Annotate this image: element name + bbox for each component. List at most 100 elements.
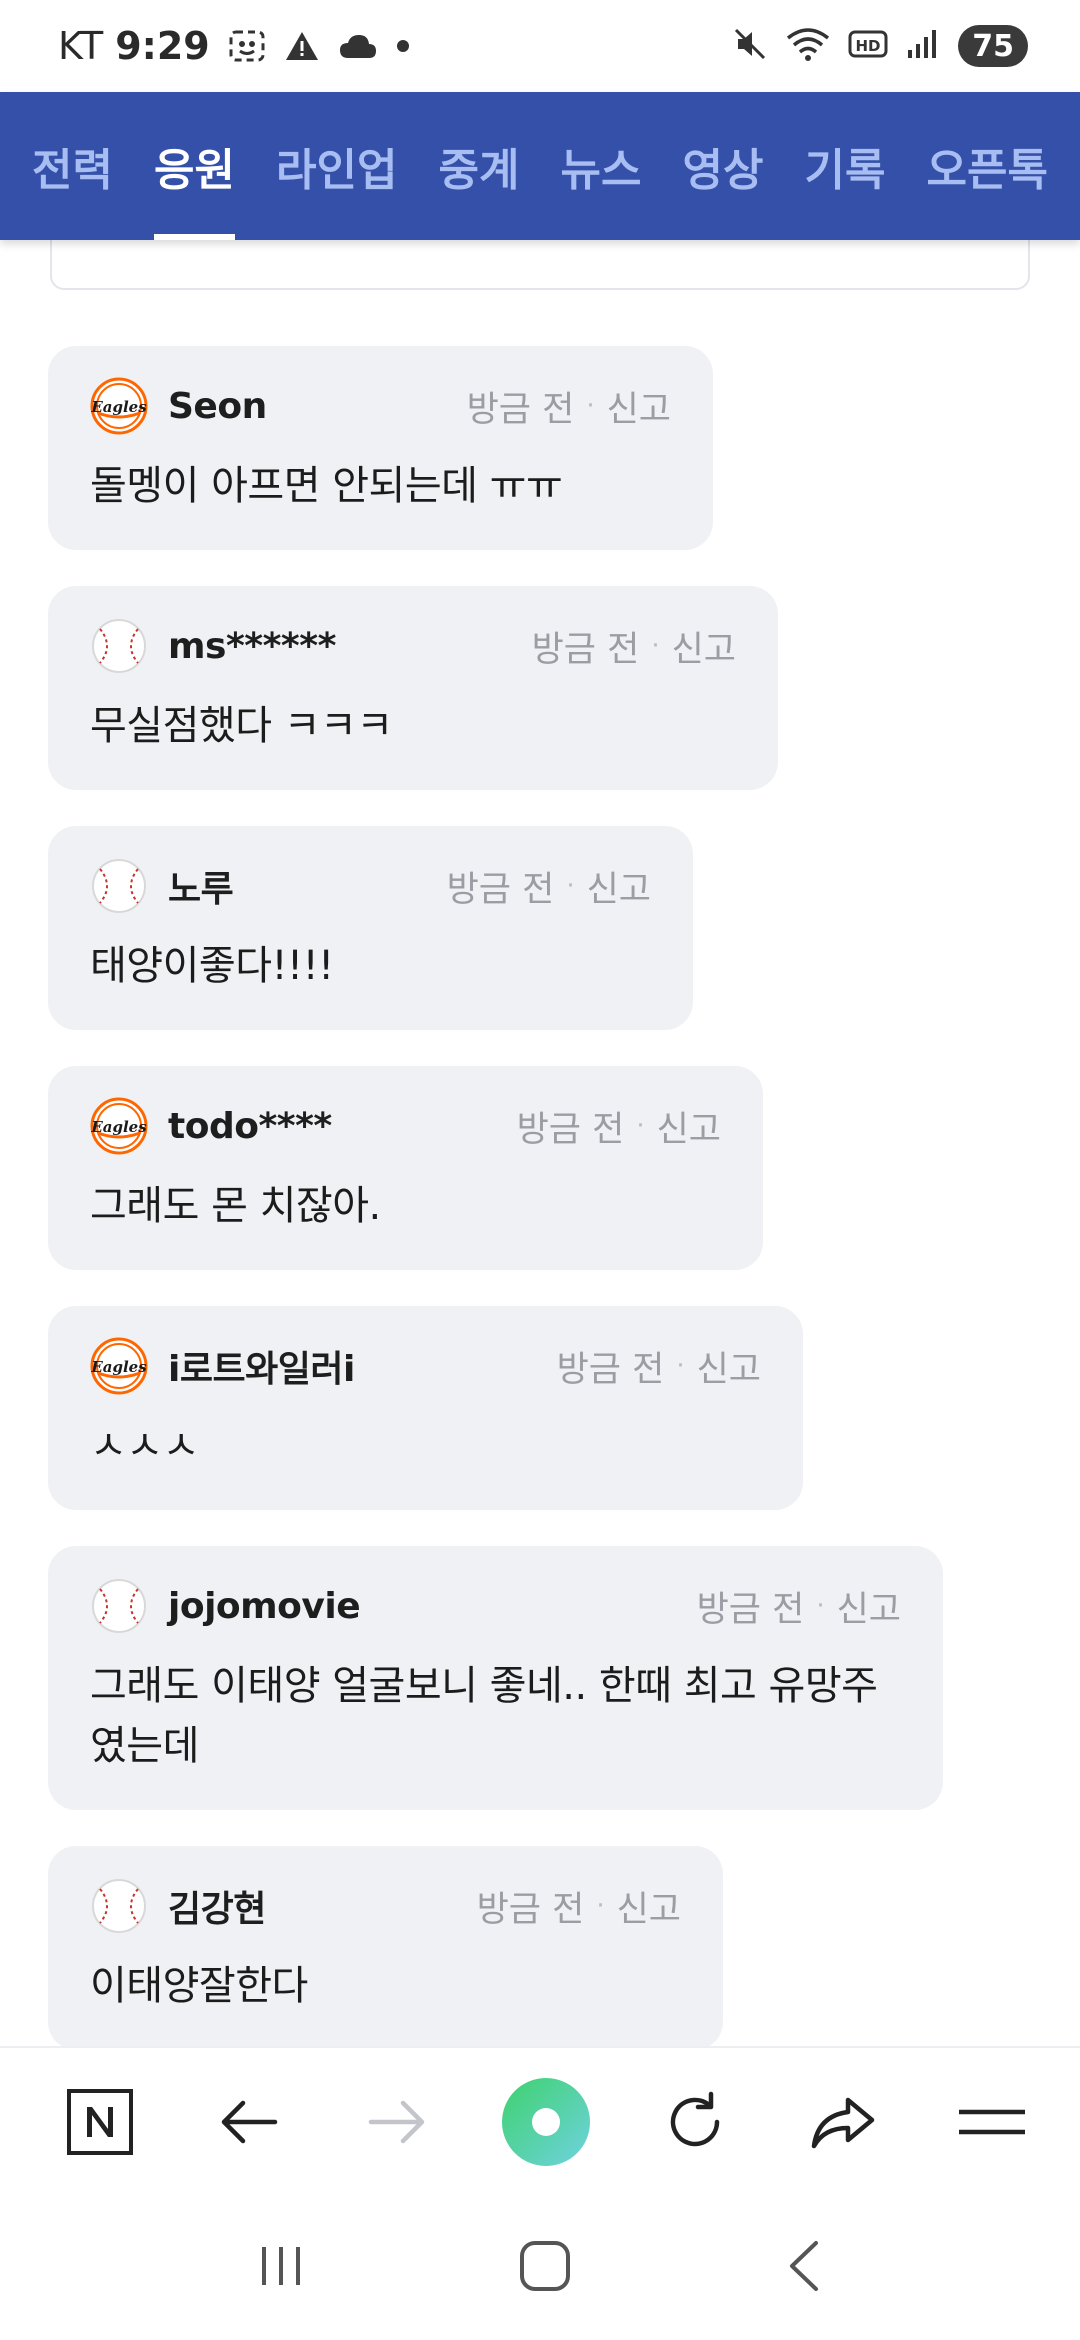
report-button[interactable]: 신고 xyxy=(587,861,651,912)
report-button[interactable]: 신고 xyxy=(617,1881,681,1932)
comment-user[interactable]: Eagles todo**** xyxy=(90,1097,332,1155)
comment-meta: 방금 전 · 신고 xyxy=(517,1101,721,1152)
tab-broadcast[interactable]: 중계 xyxy=(438,92,519,240)
comment-item: Eagles i로트와일러i 방금 전 · 신고 ㅅㅅㅅ xyxy=(48,1306,803,1510)
status-left: KT 9:29 xyxy=(58,24,410,68)
share-icon[interactable] xyxy=(793,2072,893,2172)
comment-text: 그래도 몬 치잖아. xyxy=(90,1183,381,1229)
carrier-label: KT xyxy=(58,24,104,68)
meta-separator: · xyxy=(636,1111,645,1141)
comment-time: 방금 전 xyxy=(516,1109,625,1150)
baseball-icon xyxy=(90,1577,148,1635)
comment-time: 방금 전 xyxy=(531,629,640,670)
comment-time: 방금 전 xyxy=(446,869,555,910)
report-button[interactable]: 신고 xyxy=(607,381,671,432)
comment-user[interactable]: Eagles i로트와일러i xyxy=(90,1337,355,1395)
comment-nickname: todo**** xyxy=(168,1105,332,1147)
comment-nickname: jojomovie xyxy=(168,1585,361,1627)
wifi-icon xyxy=(786,26,830,66)
comment-item: 김강현 방금 전 · 신고이태양잘한다 xyxy=(48,1846,723,2050)
report-button[interactable]: 신고 xyxy=(697,1341,761,1392)
menu-icon[interactable] xyxy=(942,2072,1042,2172)
comment-header: Eagles Seon 방금 전 · 신고 xyxy=(90,377,671,435)
comment-text: 무실점했다 ㅋㅋㅋ xyxy=(90,703,393,749)
comment-item: Eagles Seon 방금 전 · 신고돌멩이 아프면 안되는데 ㅠㅠ xyxy=(48,346,713,550)
baseball-icon xyxy=(90,1877,148,1935)
warning-icon xyxy=(284,30,320,62)
comment-text: ㅅㅅㅅ xyxy=(90,1423,199,1469)
comment-header: Eagles i로트와일러i 방금 전 · 신고 xyxy=(90,1337,761,1395)
comment-text: 돌멩이 아프면 안되는데 ㅠㅠ xyxy=(90,463,563,509)
comment-text: 그래도 이태양 얼굴보니 좋네.. 한때 최고 유망주였는데 xyxy=(90,1663,878,1769)
comment-user[interactable]: Eagles Seon xyxy=(90,377,267,435)
cloud-icon xyxy=(338,32,378,60)
green-dot-icon[interactable] xyxy=(496,2072,596,2172)
comment-meta: 방금 전 · 신고 xyxy=(697,1581,901,1632)
comment-item: 노루 방금 전 · 신고태양이좋다!!!! xyxy=(48,826,693,1030)
comment-meta: 방금 전 · 신고 xyxy=(477,1881,681,1932)
comment-text: 태양이좋다!!!! xyxy=(90,943,334,989)
eagles-logo-icon: Eagles xyxy=(90,1097,148,1155)
comment-time: 방금 전 xyxy=(476,1889,585,1930)
back-arrow-icon[interactable] xyxy=(199,2072,299,2172)
clock: 9:29 xyxy=(115,24,210,68)
meta-separator: · xyxy=(596,1891,605,1921)
meta-separator: · xyxy=(676,1351,685,1381)
comment-header: 노루 방금 전 · 신고 xyxy=(90,858,651,914)
comment-nickname: Seon xyxy=(168,385,267,427)
comment-header: 김강현 방금 전 · 신고 xyxy=(90,1878,681,1934)
comment-nickname: 김강현 xyxy=(168,1889,266,1930)
eagles-logo-icon: Eagles xyxy=(90,377,148,435)
status-right: HD 75 xyxy=(732,25,1028,67)
comment-list: Eagles Seon 방금 전 · 신고 돌멩이 아프면 안되는데 ㅠㅠ ms******… xyxy=(48,346,1048,2188)
recents-button[interactable] xyxy=(256,2241,306,2295)
dot-icon xyxy=(396,39,410,53)
comment-header: ms****** 방금 전 · 신고 xyxy=(90,618,736,674)
comment-user[interactable]: ms****** xyxy=(90,617,336,675)
screenshot-icon xyxy=(228,29,266,63)
comment-item: ms****** 방금 전 · 신고무실점했다 ㅋㅋㅋ xyxy=(48,586,778,790)
tab-news[interactable]: 뉴스 xyxy=(560,92,641,240)
refresh-icon[interactable] xyxy=(645,2072,745,2172)
comment-user[interactable]: 노루 xyxy=(90,857,234,915)
report-button[interactable]: 신고 xyxy=(837,1581,901,1632)
category-tabs: 전력 응원 라인업 중계 뉴스 영상 기록 오픈톡 xyxy=(0,92,1080,240)
report-button[interactable]: 신고 xyxy=(672,621,736,672)
mute-icon xyxy=(732,26,768,66)
comment-time: 방금 전 xyxy=(556,1349,665,1390)
comment-nickname: 노루 xyxy=(168,869,234,910)
comment-header: jojomovie 방금 전 · 신고 xyxy=(90,1578,901,1634)
baseball-icon xyxy=(90,617,148,675)
meta-separator: · xyxy=(651,631,660,661)
report-button[interactable]: 신고 xyxy=(657,1101,721,1152)
system-back-button[interactable] xyxy=(784,2239,824,2297)
battery-indicator: 75 xyxy=(958,25,1028,67)
svg-text:HD: HD xyxy=(856,37,881,55)
comment-text: 이태양잘한다 xyxy=(90,1963,308,2009)
tab-opentalk[interactable]: 오픈톡 xyxy=(926,92,1047,240)
status-bar: KT 9:29 HD 75 xyxy=(0,0,1080,92)
tab-video[interactable]: 영상 xyxy=(682,92,763,240)
comment-time: 방금 전 xyxy=(466,389,575,430)
browser-toolbar xyxy=(0,2046,1080,2196)
tab-cheer[interactable]: 응원 xyxy=(154,92,235,240)
comment-time: 방금 전 xyxy=(696,1589,805,1630)
tab-lineup[interactable]: 라인업 xyxy=(276,92,397,240)
forward-arrow-icon[interactable] xyxy=(347,2072,447,2172)
meta-separator: · xyxy=(566,871,575,901)
comment-meta: 방금 전 · 신고 xyxy=(467,381,671,432)
comment-user[interactable]: jojomovie xyxy=(90,1577,361,1635)
comment-header: Eagles todo**** 방금 전 · 신고 xyxy=(90,1097,721,1155)
comment-user[interactable]: 김강현 xyxy=(90,1877,266,1935)
comment-nickname: ms****** xyxy=(168,625,336,667)
home-button[interactable] xyxy=(518,2239,572,2297)
tab-jeollyeok[interactable]: 전력 xyxy=(32,92,113,240)
naver-n-icon[interactable] xyxy=(50,2072,150,2172)
hd-icon: HD xyxy=(848,29,888,63)
signal-icon xyxy=(906,28,940,64)
comment-item: jojomovie 방금 전 · 신고그래도 이태양 얼굴보니 좋네.. 한때 최고 … xyxy=(48,1546,943,1810)
tab-record[interactable]: 기록 xyxy=(804,92,885,240)
eagles-logo-icon: Eagles xyxy=(90,1337,148,1395)
comment-nickname: i로트와일러i xyxy=(168,1349,355,1390)
comment-item: Eagles todo**** 방금 전 · 신고그래도 몬 치잖아. xyxy=(48,1066,763,1270)
